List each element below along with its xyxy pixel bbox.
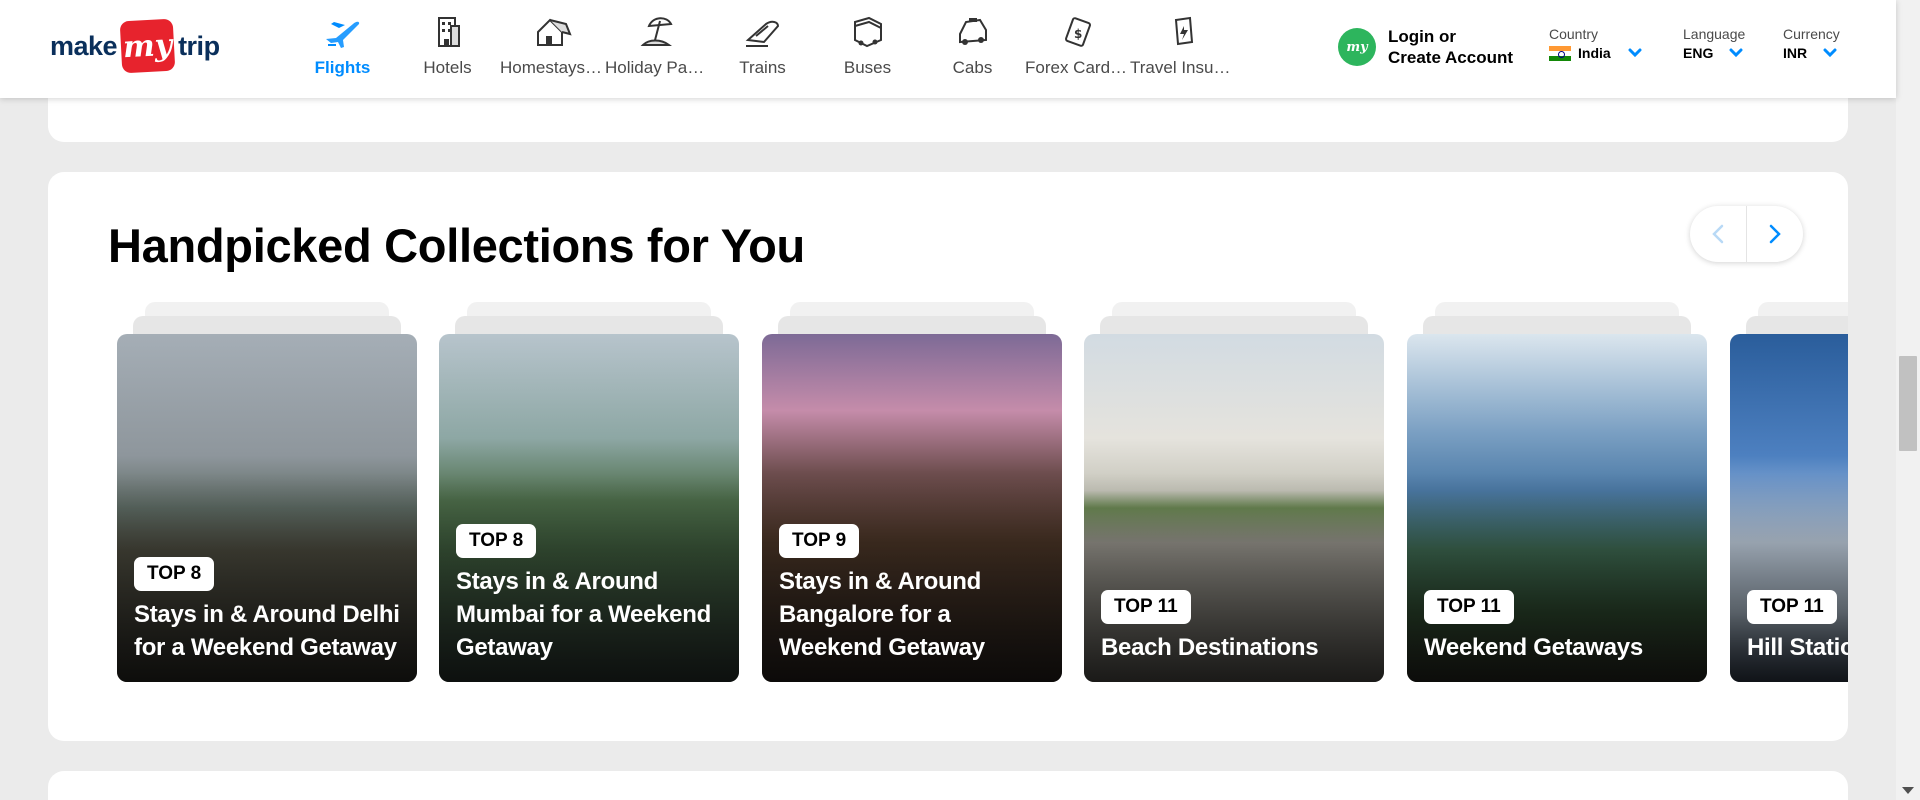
- bus-icon: [853, 16, 882, 48]
- holiday-package-icon: [640, 17, 673, 46]
- nav-label: Trains: [739, 58, 786, 77]
- logo-text-trip: trip: [178, 30, 220, 61]
- page-scrollbar[interactable]: [1896, 0, 1920, 800]
- country-value: India: [1578, 45, 1611, 61]
- language-value: ENG: [1683, 45, 1714, 61]
- travel-insurance-icon: [1174, 16, 1193, 46]
- chevron-down-icon: [1628, 48, 1642, 58]
- country-caption: Country: [1549, 26, 1599, 42]
- nav-label: Hotels: [423, 58, 472, 77]
- svg-text:$: $: [1074, 27, 1082, 41]
- nav-item-forex[interactable]: $ Forex Card & Currency: [1025, 0, 1130, 98]
- chevron-down-icon: [1729, 48, 1743, 58]
- avatar-icon: my: [1338, 28, 1376, 66]
- currency-caption: Currency: [1783, 26, 1840, 42]
- top-header: make my trip Flights Hotels Homestays & …: [0, 0, 1896, 98]
- nav-label: Homestays & Villas: [500, 58, 605, 77]
- collection-tag: TOP 11: [1424, 590, 1514, 624]
- collection-card[interactable]: TOP 9 Stays in & Around Bangalore for a …: [762, 302, 1062, 682]
- nav-label: Holiday Packages: [605, 58, 710, 77]
- nav-item-hotels[interactable]: Hotels: [395, 0, 500, 98]
- makemytrip-logo[interactable]: make my trip: [50, 18, 220, 74]
- collection-card[interactable]: TOP 11 Beach Destinations: [1084, 302, 1384, 682]
- product-nav: Flights Hotels Homestays & Villas: [290, 0, 1235, 98]
- language-selector[interactable]: Language ENG: [1683, 26, 1745, 61]
- collection-tag: TOP 9: [779, 524, 860, 558]
- nav-label: Travel Insurance: [1130, 58, 1235, 77]
- cab-icon: [958, 18, 987, 45]
- nav-item-buses[interactable]: Buses: [815, 0, 920, 98]
- collection-name: Stays in & Around Delhi for a Weekend Ge…: [134, 601, 400, 661]
- collection-tag: TOP 11: [1101, 590, 1191, 624]
- nav-item-travel-insurance[interactable]: Travel Insurance: [1130, 0, 1235, 98]
- nav-label: Buses: [843, 58, 892, 77]
- login-line-2: Create Account: [1388, 48, 1514, 67]
- logo-text-make: make: [50, 30, 118, 61]
- nav-item-cabs[interactable]: Cabs: [920, 0, 1025, 98]
- nav-label: Cabs: [952, 58, 993, 77]
- collection-card[interactable]: TOP 8 Stays in & Around Mumbai for a Wee…: [439, 302, 739, 682]
- chevron-right-icon: [1769, 224, 1781, 244]
- carousel-controls: [1690, 206, 1803, 262]
- currency-selector[interactable]: Currency INR: [1783, 26, 1840, 61]
- handpicked-collections-section: Handpicked Collections for You TOP 8 Sta…: [48, 172, 1848, 741]
- nav-item-homestays[interactable]: Homestays & Villas: [500, 0, 605, 98]
- collection-image: TOP 11 Beach Destinations: [1084, 334, 1384, 682]
- logo-badge-my: my: [119, 18, 176, 74]
- homestay-icon: [536, 18, 572, 46]
- collections-carousel: TOP 8 Stays in & Around Delhi for a Week…: [117, 302, 1848, 722]
- nav-item-trains[interactable]: Trains: [710, 0, 815, 98]
- collection-name: Beach Destinations: [1101, 634, 1319, 661]
- collection-image: TOP 9 Stays in & Around Bangalore for a …: [762, 334, 1062, 682]
- login-button[interactable]: my Login or Create Account: [1338, 26, 1513, 68]
- currency-value: INR: [1783, 45, 1808, 61]
- collection-name: Hill Stations: [1747, 634, 1848, 661]
- nav-item-holiday-packages[interactable]: Holiday Packages: [605, 0, 710, 98]
- collection-name: Stays in & Around Mumbai for a Weekend G…: [456, 568, 711, 661]
- collection-image: TOP 8 Stays in & Around Mumbai for a Wee…: [439, 334, 739, 682]
- collection-card[interactable]: TOP 8 Stays in & Around Delhi for a Week…: [117, 302, 417, 682]
- forex-icon: $: [1064, 17, 1091, 47]
- country-selector[interactable]: Country India: [1549, 26, 1642, 61]
- collection-image: TOP 11 Weekend Getaways: [1407, 334, 1707, 682]
- chevron-left-icon: [1712, 224, 1724, 244]
- train-icon: [745, 20, 779, 47]
- india-flag-icon: [1549, 45, 1571, 61]
- collection-card[interactable]: TOP 11 Weekend Getaways: [1407, 302, 1707, 682]
- collection-tag: TOP 8: [134, 557, 215, 591]
- collection-image: TOP 8 Stays in & Around Delhi for a Week…: [117, 334, 417, 682]
- collection-tag: TOP 11: [1747, 590, 1837, 624]
- language-caption: Language: [1683, 26, 1746, 42]
- hotel-icon: [437, 17, 460, 47]
- login-text: Login or Create Account: [1388, 26, 1513, 68]
- scrollbar-thumb[interactable]: [1899, 356, 1917, 451]
- collection-name: Stays in & Around Bangalore for a Weeken…: [779, 568, 985, 661]
- collection-tag: TOP 8: [456, 524, 537, 558]
- chevron-down-icon: [1823, 48, 1837, 58]
- collection-image: TOP 11 Hill Stations: [1730, 334, 1848, 682]
- scroll-down-arrow-icon[interactable]: [1902, 787, 1914, 794]
- nav-label: Flights: [314, 58, 371, 77]
- nav-item-flights[interactable]: Flights: [290, 0, 395, 98]
- carousel-prev-button[interactable]: [1690, 206, 1746, 262]
- collection-card[interactable]: TOP 11 Hill Stations: [1730, 302, 1848, 682]
- login-line-1: Login or: [1388, 27, 1456, 46]
- collection-name: Weekend Getaways: [1424, 634, 1643, 661]
- nav-label: Forex Card & Currency: [1025, 58, 1130, 77]
- section-title: Handpicked Collections for You: [108, 219, 805, 272]
- carousel-next-button[interactable]: [1746, 206, 1803, 262]
- flight-icon: [325, 21, 359, 48]
- next-section-panel: [48, 771, 1848, 800]
